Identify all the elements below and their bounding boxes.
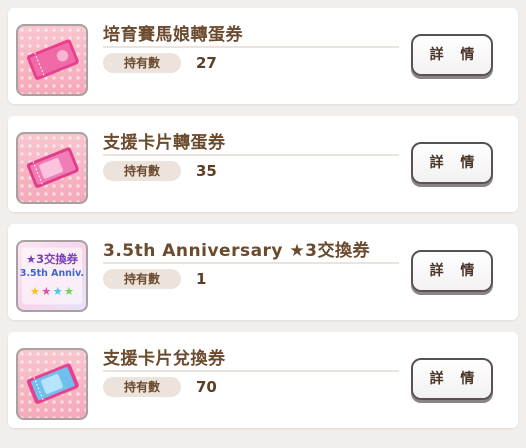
svg-text:★: ★ <box>41 284 51 298</box>
item-card: 培育賽馬娘轉蛋券 持有數 27 詳 情 <box>8 8 518 104</box>
details-button[interactable]: 詳 情 <box>411 142 493 184</box>
owned-count: 70 <box>196 378 217 396</box>
owned-count: 1 <box>196 270 207 288</box>
svg-text:★: ★ <box>30 284 40 298</box>
item-title: 3.5th Anniversary ★3交換券 <box>103 241 370 261</box>
item-title: 支援卡片兌換券 <box>103 349 226 369</box>
details-button[interactable]: 詳 情 <box>411 358 493 400</box>
details-button[interactable]: 詳 情 <box>411 34 493 76</box>
details-button[interactable]: 詳 情 <box>411 250 493 292</box>
item-card: ★3交換券 3.5th Anniv. ★ ★ ★ ★ 3.5th Anniver… <box>8 224 518 320</box>
icon-text-line1: ★3交換券 <box>26 252 79 266</box>
divider <box>103 154 399 156</box>
item-card: 支援卡片轉蛋券 持有數 35 詳 情 <box>8 116 518 212</box>
owned-label: 持有數 <box>103 161 181 181</box>
divider <box>103 370 399 372</box>
svg-text:★: ★ <box>64 284 74 298</box>
support-card-exchange-ticket-icon <box>16 348 88 420</box>
svg-text:★: ★ <box>53 284 63 298</box>
support-card-gacha-ticket-icon <box>16 132 88 204</box>
owned-count: 27 <box>196 54 217 72</box>
pink-gacha-ticket-icon <box>16 24 88 96</box>
item-title: 培育賽馬娘轉蛋券 <box>103 25 243 45</box>
item-title: 支援卡片轉蛋券 <box>103 133 226 153</box>
icon-text-line2: 3.5th Anniv. <box>20 268 84 279</box>
owned-label: 持有數 <box>103 53 181 73</box>
divider <box>103 262 399 264</box>
owned-label: 持有數 <box>103 269 181 289</box>
owned-count: 35 <box>196 162 217 180</box>
anniversary-exchange-ticket-icon: ★3交換券 3.5th Anniv. ★ ★ ★ ★ <box>16 240 88 312</box>
owned-label: 持有數 <box>103 377 181 397</box>
divider <box>103 46 399 48</box>
item-card: 支援卡片兌換券 持有數 70 詳 情 <box>8 332 518 428</box>
